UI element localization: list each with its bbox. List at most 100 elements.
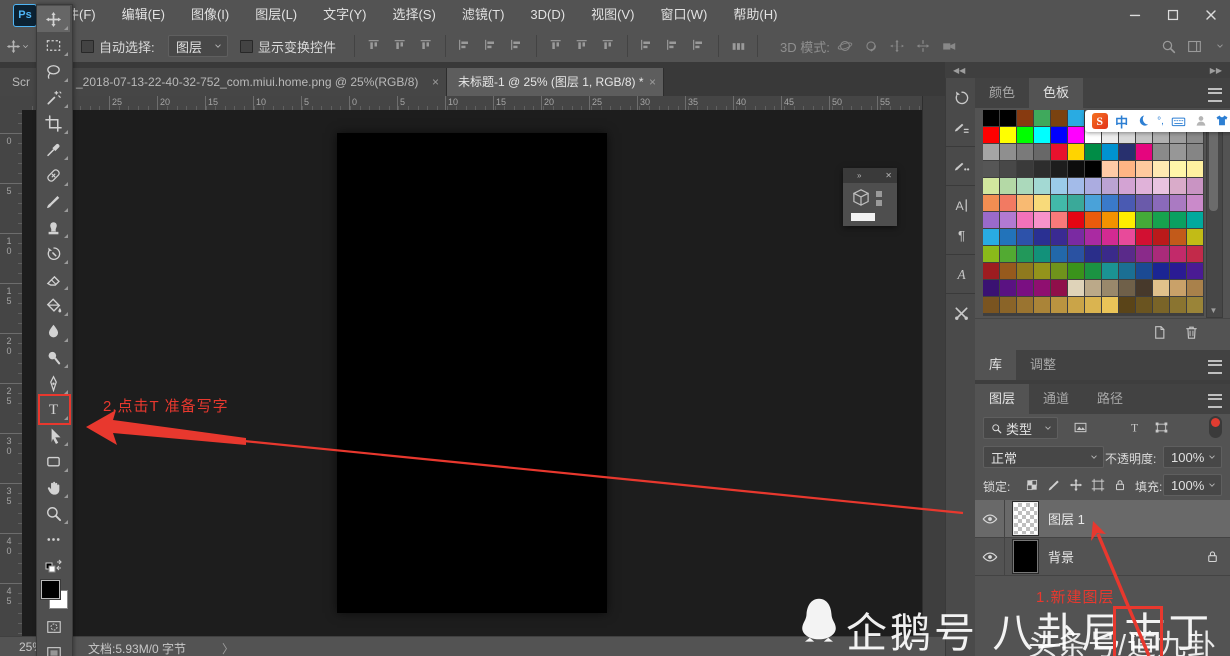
swatch[interactable] [1187, 195, 1203, 211]
swatch[interactable] [1000, 144, 1016, 160]
align-right-icon[interactable] [504, 34, 530, 58]
swatch[interactable] [1034, 144, 1050, 160]
swatch[interactable] [1170, 229, 1186, 245]
layer-thumbnail[interactable] [1013, 540, 1038, 573]
swatch[interactable] [1153, 178, 1169, 194]
tool-blur[interactable] [37, 318, 70, 344]
lock-all-icon[interactable] [1109, 475, 1131, 495]
show-transform-checkbox[interactable] [240, 40, 253, 53]
swatch[interactable] [1051, 280, 1067, 296]
swatch[interactable] [1136, 161, 1152, 177]
swatch[interactable] [1034, 178, 1050, 194]
swatch[interactable] [1068, 178, 1084, 194]
swatch[interactable] [1051, 229, 1067, 245]
swatch[interactable] [1000, 195, 1016, 211]
tab-库[interactable]: 库 [975, 350, 1016, 380]
panel-icon-history[interactable] [946, 82, 976, 112]
align-top-icon[interactable] [361, 34, 387, 58]
swatch[interactable] [1187, 280, 1203, 296]
swatch[interactable] [1119, 280, 1135, 296]
swatches-grid[interactable] [983, 110, 1204, 316]
swatch[interactable] [1102, 280, 1118, 296]
swatch[interactable] [1000, 212, 1016, 228]
layer-row-2[interactable]: 背景 [975, 538, 1230, 576]
keyboard-icon[interactable] [1171, 114, 1186, 129]
swatch[interactable] [1136, 195, 1152, 211]
default-colors-icon[interactable] [37, 552, 70, 578]
dist-center-icon[interactable] [660, 34, 686, 58]
menu-item-4[interactable]: 图层(L) [242, 0, 310, 30]
swatch[interactable] [1034, 246, 1050, 262]
swatches-scrollbar[interactable]: ▲ ▼ [1206, 110, 1223, 318]
tool-preset-icon[interactable] [6, 30, 30, 62]
tab-路径[interactable]: 路径 [1083, 384, 1137, 414]
workspace-icon[interactable] [1181, 34, 1207, 58]
shirt-skin-icon[interactable] [1215, 114, 1229, 128]
minimize-icon[interactable] [1116, 0, 1154, 30]
panel-icon-character[interactable]: A [946, 190, 976, 220]
swatch[interactable] [1017, 161, 1033, 177]
scroll-down-icon[interactable]: ▼ [1207, 306, 1220, 315]
swatch[interactable] [1187, 212, 1203, 228]
filter-type-dropdown[interactable]: 类型 [983, 417, 1058, 439]
tab-close-icon[interactable]: × [432, 68, 439, 96]
tool-pen[interactable] [37, 370, 70, 396]
auto-select-dropdown[interactable]: 图层 [168, 35, 228, 57]
swatch[interactable] [1119, 195, 1135, 211]
swatch[interactable] [1136, 246, 1152, 262]
swatch[interactable] [1068, 195, 1084, 211]
person-icon[interactable] [1194, 114, 1208, 128]
swatch[interactable] [1085, 161, 1101, 177]
layer-visibility-icon[interactable] [975, 500, 1005, 537]
roll-3d-icon[interactable] [858, 34, 884, 58]
tool-hand[interactable] [37, 474, 70, 500]
tool-lasso[interactable] [37, 58, 70, 84]
ime-punctuation[interactable]: °, [1157, 116, 1164, 127]
document-canvas[interactable] [337, 133, 607, 613]
swatch[interactable] [1051, 144, 1067, 160]
layer-name[interactable]: 背景 [1048, 547, 1074, 566]
swatch[interactable] [1119, 229, 1135, 245]
swatch[interactable] [983, 127, 999, 143]
tool-quick-selection[interactable] [37, 84, 70, 110]
swatch[interactable] [1187, 161, 1203, 177]
lock-paint-icon[interactable] [1043, 475, 1065, 495]
swatch[interactable] [1068, 110, 1084, 126]
swatch[interactable] [1034, 127, 1050, 143]
align-bottom-icon[interactable] [413, 34, 439, 58]
swatch[interactable] [1068, 212, 1084, 228]
swatch[interactable] [1000, 178, 1016, 194]
swatch[interactable] [1153, 161, 1169, 177]
blend-mode-dropdown[interactable]: 正常 [983, 446, 1104, 468]
swatch[interactable] [1136, 178, 1152, 194]
layer-visibility-icon[interactable] [975, 538, 1005, 575]
tool-eyedropper[interactable] [37, 136, 70, 162]
menu-item-11[interactable]: 帮助(H) [720, 0, 790, 30]
swatch[interactable] [1170, 195, 1186, 211]
menu-item-7[interactable]: 滤镜(T) [449, 0, 518, 30]
swatch[interactable] [1000, 280, 1016, 296]
swatch[interactable] [983, 297, 999, 313]
screen-mode-button[interactable] [37, 640, 70, 656]
swatch[interactable] [1051, 127, 1067, 143]
swatch[interactable] [1153, 297, 1169, 313]
foreground-background-swatches[interactable] [37, 578, 70, 614]
swatch[interactable] [1170, 178, 1186, 194]
image-filter-icon[interactable] [1067, 417, 1094, 437]
quick-mask-mode-button[interactable] [37, 614, 70, 640]
tool-marquee[interactable] [37, 32, 70, 58]
dist-bottom-icon[interactable] [595, 34, 621, 58]
pan-3d-icon[interactable] [884, 34, 910, 58]
swatch[interactable] [1119, 263, 1135, 279]
swatch[interactable] [1034, 229, 1050, 245]
tool-paint-bucket[interactable] [37, 292, 70, 318]
tool-path-selection[interactable] [37, 422, 70, 448]
menu-item-5[interactable]: 文字(Y) [310, 0, 379, 30]
new-swatch-icon[interactable] [1151, 324, 1168, 341]
swatch[interactable] [1170, 161, 1186, 177]
swatch[interactable] [1085, 144, 1101, 160]
ime-mode-chinese[interactable]: 中 [1115, 112, 1128, 131]
dist-vcenter-icon[interactable] [569, 34, 595, 58]
search-icon[interactable] [1155, 34, 1181, 58]
swatch[interactable] [1102, 144, 1118, 160]
